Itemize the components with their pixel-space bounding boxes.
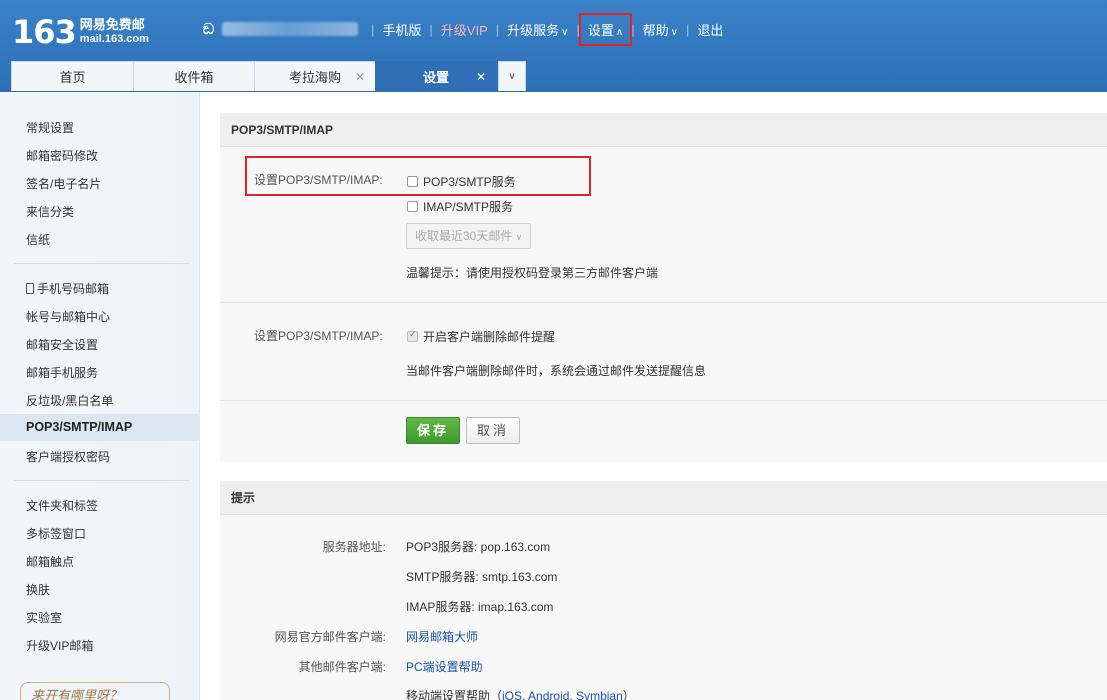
hints-panel: 提示 服务器地址: POP3服务器: pop.163.com SMTP服务器: …	[220, 481, 1107, 700]
top-nav: | 手机版 | 升级VIP | 升级服务 ∨ | 设置 ∧ | 帮助 ∨ | 退出	[371, 12, 725, 46]
close-icon[interactable]: ✕	[476, 70, 486, 84]
server-address-label: 服务器地址:	[322, 540, 386, 554]
sidebar-item-phone-service[interactable]: 邮箱手机服务	[26, 364, 98, 381]
close-icon[interactable]: ✕	[355, 70, 365, 84]
ios-help-link[interactable]: iOS	[502, 689, 522, 700]
sidebar-item-stationery[interactable]: 信纸	[26, 231, 50, 248]
sidebar-divider	[14, 480, 189, 481]
fetch-range-select[interactable]: 收取最近30天邮件 ∨	[406, 223, 532, 249]
sidebar-divider	[14, 263, 189, 264]
tab-home[interactable]: 首页	[11, 61, 134, 91]
sidebar-item-multitab[interactable]: 多标签窗口	[26, 525, 86, 542]
tab-kaola[interactable]: 考拉海购 ✕	[254, 61, 376, 91]
sidebar-item-lab[interactable]: 实验室	[26, 609, 62, 626]
user-switch-icon[interactable]: ඞ	[203, 21, 214, 38]
sidebar-item-filters[interactable]: 来信分类	[26, 203, 74, 220]
logo-name: 网易免费邮	[79, 17, 145, 32]
pop3-smtp-label: POP3/SMTP服务	[423, 175, 516, 189]
imap-smtp-label: IMAP/SMTP服务	[423, 200, 514, 214]
pop3-smtp-checkbox[interactable]	[407, 176, 418, 187]
pc-help-link[interactable]: PC端设置帮助	[406, 658, 483, 675]
auth-code-tip: 温馨提示：请使用授权码登录第三方邮件客户端	[406, 266, 659, 280]
other-client-label: 其他邮件客户端:	[298, 660, 386, 674]
save-button[interactable]: 保存	[406, 417, 460, 444]
android-help-link[interactable]: Android	[528, 689, 569, 700]
sidebar-item-skin[interactable]: 换肤	[26, 581, 50, 598]
hints-title: 提示	[220, 481, 1107, 515]
logo-number: 163	[12, 13, 77, 51]
nav-help[interactable]: 帮助 ∨	[641, 20, 680, 39]
sidebar-item-signature[interactable]: 签名/电子名片	[26, 175, 101, 192]
sidebar-item-upgrade-vip[interactable]: 升级VIP邮箱	[26, 637, 93, 654]
symbian-help-link[interactable]: Symbian	[576, 689, 623, 700]
imap-smtp-checkbox[interactable]	[407, 201, 418, 212]
delete-notice-label: 设置POP3/SMTP/IMAP:	[254, 329, 383, 343]
mail-master-link[interactable]: 网易邮箱大师	[406, 628, 478, 645]
pop3-settings-panel: POP3/SMTP/IMAP 设置POP3/SMTP/IMAP: POP3/SM…	[220, 113, 1107, 462]
top-header: 163 网易免费邮 mail.163.com ඞ | 手机版 | 升级VIP |…	[0, 0, 1107, 92]
section-divider	[220, 302, 1107, 303]
delete-notice-desc: 当邮件客户端删除邮件时，系统会通过邮件发送提醒信息	[406, 364, 707, 378]
chevron-up-icon: ∧	[615, 26, 624, 38]
logo-domain: mail.163.com	[79, 33, 149, 45]
chevron-down-icon: ∨	[670, 26, 678, 38]
sidebar-item-general[interactable]: 常规设置	[26, 119, 74, 136]
cancel-button[interactable]: 取消	[466, 417, 520, 444]
mobile-help: 移动端设置帮助（iOS, Android, Symbian）	[406, 687, 635, 700]
sidebar-item-client-auth[interactable]: 客户端授权密码	[26, 448, 110, 465]
nav-upgrade-vip[interactable]: 升级VIP	[439, 20, 490, 39]
pop3-server: POP3服务器: pop.163.com	[406, 540, 551, 554]
more-tabs-button[interactable]: ∨	[498, 61, 526, 91]
nav-mobile[interactable]: 手机版	[380, 20, 423, 39]
tab-settings[interactable]: 设置 ✕	[375, 61, 497, 91]
pop3-setting-label: 设置POP3/SMTP/IMAP:	[254, 173, 383, 187]
sidebar-item-folders[interactable]: 文件夹和标签	[26, 497, 98, 514]
account-name-blurred[interactable]	[222, 22, 358, 36]
sidebar-item-pop3[interactable]: POP3/SMTP/IMAP	[26, 420, 132, 434]
delete-notice-checkbox[interactable]	[407, 329, 418, 342]
promo-banner[interactable]: 来开有哪里呀？	[20, 682, 170, 700]
smtp-server: SMTP服务器: smtp.163.com	[406, 570, 558, 584]
logo[interactable]: 163 网易免费邮 mail.163.com	[12, 14, 149, 50]
phone-icon	[26, 283, 34, 294]
chevron-down-icon: ∨	[561, 26, 569, 38]
official-client-label: 网易官方邮件客户端:	[274, 630, 386, 644]
tab-bar: 首页 收件箱 考拉海购 ✕ 设置 ✕ ∨	[11, 61, 526, 91]
sidebar-item-touchpoint[interactable]: 邮箱触点	[26, 553, 74, 570]
nav-upgrade-service[interactable]: 升级服务 ∨	[505, 20, 570, 39]
section-divider	[220, 400, 1107, 401]
sidebar-item-phone-mail[interactable]: 手机号码邮箱	[26, 280, 109, 297]
delete-notice-text: 开启客户端删除邮件提醒	[423, 330, 556, 344]
nav-settings[interactable]: 设置 ∧	[578, 12, 633, 46]
settings-sidebar: 常规设置 邮箱密码修改 签名/电子名片 来信分类 信纸 手机号码邮箱 帐号与邮箱…	[0, 92, 200, 700]
panel-title: POP3/SMTP/IMAP	[220, 113, 1107, 147]
chevron-down-icon: ∨	[508, 71, 516, 82]
imap-server: IMAP服务器: imap.163.com	[406, 600, 554, 614]
sidebar-item-security[interactable]: 邮箱安全设置	[26, 336, 98, 353]
chevron-down-icon: ∨	[515, 232, 523, 242]
sidebar-item-antispam[interactable]: 反垃圾/黑白名单	[26, 392, 113, 409]
sidebar-item-password[interactable]: 邮箱密码修改	[26, 147, 98, 164]
tab-inbox[interactable]: 收件箱	[133, 61, 255, 91]
nav-logout[interactable]: 退出	[695, 20, 725, 39]
sidebar-item-account-center[interactable]: 帐号与邮箱中心	[26, 308, 110, 325]
